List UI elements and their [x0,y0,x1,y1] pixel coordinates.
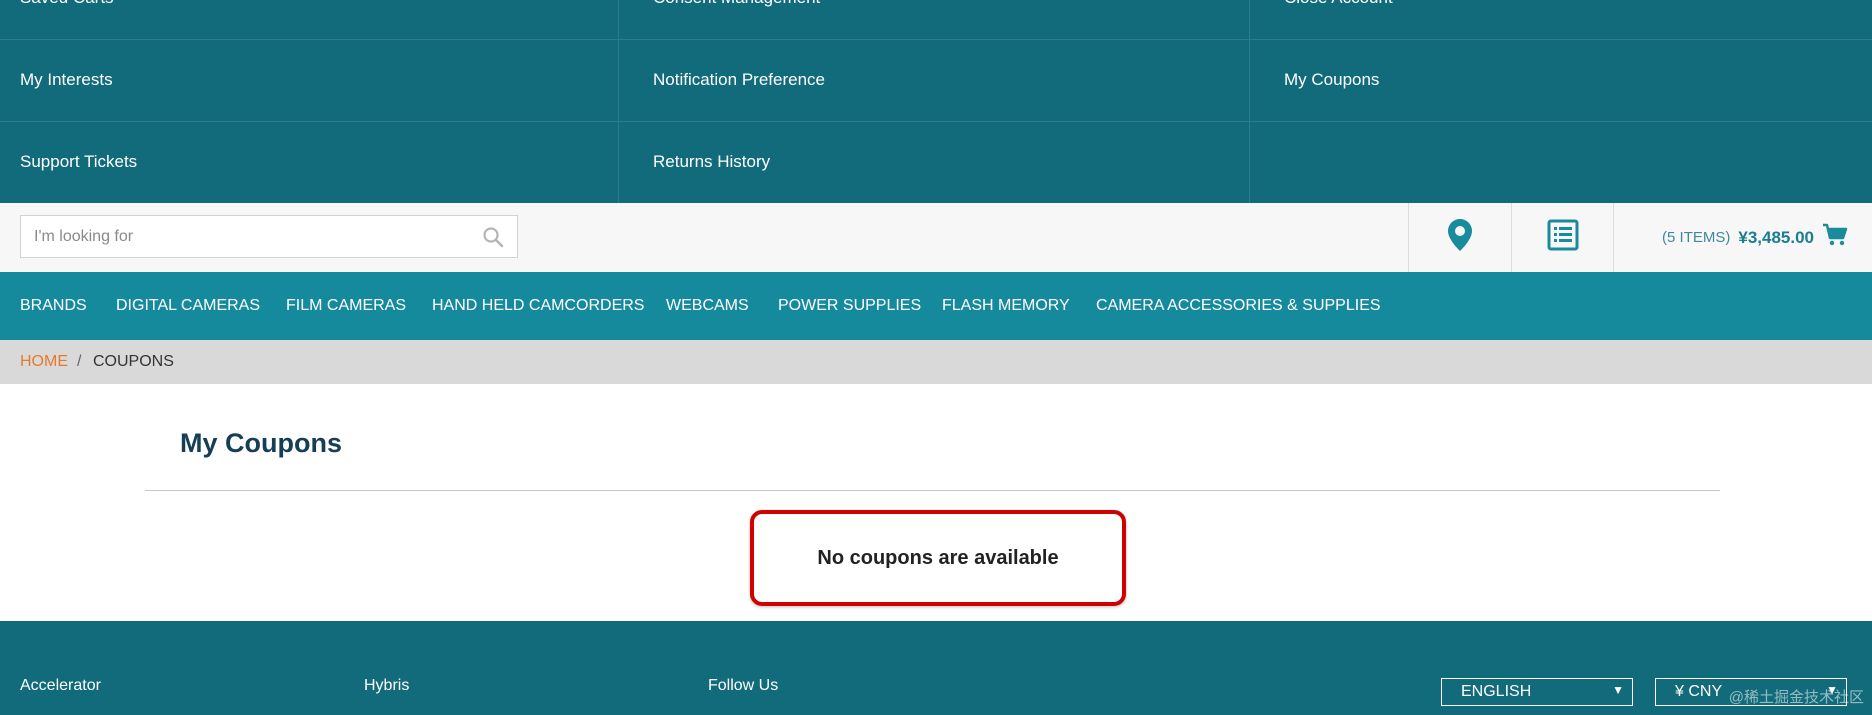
quick-order-button[interactable] [1511,203,1614,272]
nav-item-brands[interactable]: BRANDS [20,272,87,340]
account-menu-row: My Interests Notification Preference My … [0,39,1872,122]
search-input[interactable] [21,216,461,257]
account-link-my-interests[interactable]: My Interests [0,39,618,121]
account-link-my-coupons[interactable]: My Coupons [1249,39,1872,121]
search-box [20,215,518,258]
footer-heading-follow-us: Follow Us [708,677,779,694]
empty-coupons-message: No coupons are available [750,510,1126,606]
account-link-returns-history[interactable]: Returns History [618,121,1249,203]
breadcrumb-home[interactable]: HOME [20,340,68,384]
store-finder-button[interactable] [1408,203,1511,272]
list-icon [1547,219,1579,256]
watermark: @稀土掘金技术社区 [1728,689,1864,706]
breadcrumb: HOME / COUPONS [0,340,1872,384]
breadcrumb-separator: / [77,353,82,370]
language-select-value: ENGLISH [1461,683,1532,700]
cart-item-count: (5 ITEMS) [1662,229,1731,246]
nav-item-flash-memory[interactable]: FLASH MEMORY [942,272,1070,340]
site-header-bar: (5 ITEMS) ¥3,485.00 [0,203,1872,272]
currency-select-value: ¥ CNY [1675,683,1723,700]
account-link-support-tickets[interactable]: Support Tickets [0,121,618,203]
nav-item-camera-accessories[interactable]: CAMERA ACCESSORIES & SUPPLIES [1096,272,1381,340]
account-menu-row: Support Tickets Returns History [0,121,1872,203]
account-link-notification-preference[interactable]: Notification Preference [618,39,1249,121]
map-pin-icon [1447,218,1473,257]
breadcrumb-current: COUPONS [93,353,174,370]
nav-item-film-cameras[interactable]: FILM CAMERAS [286,272,406,340]
account-link-saved-carts[interactable]: Saved Carts [0,0,618,39]
account-menu-row: Saved Carts Consent Management Close Acc… [0,0,1872,40]
nav-item-power-supplies[interactable]: POWER SUPPLIES [778,272,921,340]
search-icon[interactable] [481,225,505,249]
account-link-consent-management[interactable]: Consent Management [618,0,1249,39]
cart-icon [1822,223,1848,252]
cart-total: ¥3,485.00 [1738,227,1814,247]
footer-heading-accelerator: Accelerator [20,677,101,694]
page-title: My Coupons [180,428,342,458]
title-divider [145,490,1720,491]
nav-item-hand-held-camcorders[interactable]: HAND HELD CAMCORDERS [432,272,644,340]
category-nav: BRANDS DIGITAL CAMERAS FILM CAMERAS HAND… [0,272,1872,340]
account-empty-cell [1249,121,1872,203]
divider [1613,203,1614,272]
footer-heading-hybris: Hybris [364,677,410,694]
account-menu: Saved Carts Consent Management Close Acc… [0,0,1872,203]
footer: Accelerator Hybris Follow Us ENGLISH ▼ ¥… [0,621,1872,715]
account-link-close-account[interactable]: Close Account [1249,0,1872,39]
nav-item-webcams[interactable]: WEBCAMS [666,272,749,340]
language-select[interactable]: ENGLISH ▼ [1441,678,1633,706]
mini-cart[interactable]: (5 ITEMS) ¥3,485.00 [1662,203,1848,272]
chevron-down-icon: ▼ [1612,683,1624,697]
nav-item-digital-cameras[interactable]: DIGITAL CAMERAS [116,272,260,340]
